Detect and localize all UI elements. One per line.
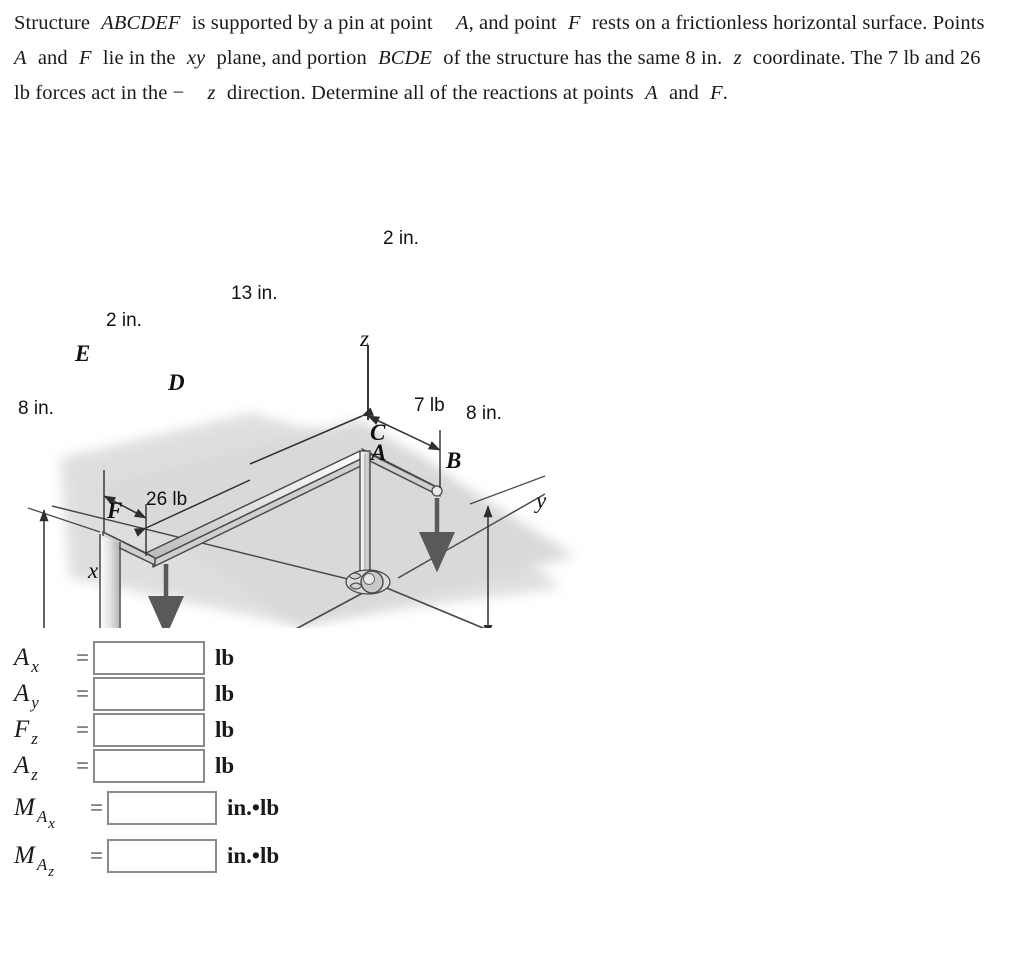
equals-sign: = — [76, 644, 89, 670]
dimension-2in-left: 2 in. — [106, 310, 142, 331]
point-f-ref-2: F — [79, 47, 92, 69]
structure-name: ABCDEF — [101, 12, 181, 34]
statement-text-12: direction. Determine — [226, 82, 399, 104]
member-ca-column — [359, 450, 371, 584]
statement-text-9: of the structure — [443, 47, 569, 69]
statement-text-10: has the same 8 in. — [574, 47, 723, 69]
point-a-ref-1: A — [455, 12, 469, 34]
equals-sign: = — [90, 842, 103, 868]
dimension-8in-left: 8 in. — [18, 398, 54, 419]
statement-text-13: all of the reactions at points — [403, 82, 634, 104]
member-ef-column — [99, 534, 121, 628]
answer-row-ay: Ay = lb — [14, 676, 434, 712]
portion-name: BCDE — [378, 47, 433, 69]
problem-statement: Structure ABCDEF is supported by a pin a… — [14, 6, 994, 111]
answer-unit-max: in.•lb — [226, 794, 280, 820]
statement-text-2: is supported by a pin at point — [191, 12, 433, 34]
structure-figure: z x y C B A D E F 2 in. 2 in. 13 in. 8 i… — [0, 158, 620, 628]
statement-text-3: , and point — [468, 12, 557, 34]
plane-xy-label: xy — [186, 47, 206, 69]
answer-row-maz: M Az = in.•lb — [14, 832, 434, 880]
answer-input-max[interactable] — [106, 790, 217, 825]
equals-sign: = — [76, 680, 89, 706]
statement-text-15: . — [722, 82, 728, 104]
answer-row-ax: Ax = lb — [14, 640, 434, 676]
pin-support-a — [345, 569, 391, 595]
axis-z-ref-1: z — [733, 47, 742, 69]
point-label-E: E — [75, 341, 91, 366]
equals-sign: = — [90, 794, 103, 820]
answer-symbol-ay: Ay — [14, 679, 39, 712]
statement-text-1: Structure — [14, 12, 91, 34]
force-label-7lb: 7 lb — [414, 395, 445, 416]
answer-unit-fz: lb — [214, 716, 235, 742]
ground-shadow — [60, 413, 575, 626]
point-label-A: A — [371, 440, 387, 465]
axis-label-y: y — [536, 488, 547, 513]
answer-row-az: Az = lb — [14, 748, 434, 784]
statement-text-8: plane, and portion — [216, 47, 367, 69]
answer-row-max: M Ax = in.•lb — [14, 784, 434, 832]
answer-unit-ax: lb — [214, 644, 235, 670]
answer-unit-az: lb — [214, 752, 235, 778]
answer-input-maz[interactable] — [106, 838, 217, 873]
answer-symbol-fz: Fz — [14, 715, 38, 748]
point-f-ref-3: F — [710, 82, 723, 104]
dimension-8in-right: 8 in. — [466, 403, 502, 424]
statement-text-4: rests on a frictionless — [591, 12, 768, 34]
dimension-13in: 13 in. — [231, 283, 278, 304]
statement-text-14: and — [668, 82, 699, 104]
statement-text-6: and — [37, 47, 68, 69]
answer-symbol-max: M Ax — [14, 793, 55, 832]
point-label-B: B — [446, 448, 462, 473]
axis-z-ref-2: z — [207, 82, 216, 104]
answer-unit-ay: lb — [214, 680, 235, 706]
answer-symbol-maz: M Az — [14, 841, 55, 880]
axis-label-z: z — [360, 326, 369, 351]
statement-text-7: lie in the — [102, 47, 176, 69]
answer-input-ax[interactable] — [92, 640, 205, 675]
answer-fields: Ax = lb Ay = lb Fz = lb Az = lb M Ax = in… — [14, 640, 434, 880]
answer-input-az[interactable] — [92, 748, 205, 783]
point-f-ref-1: F — [568, 12, 581, 34]
point-a-ref-3: A — [645, 82, 658, 104]
statement-text-5: horizontal surface. Points — [773, 12, 985, 34]
point-label-F: F — [107, 498, 123, 523]
force-label-26lb: 26 lb — [146, 489, 188, 510]
answer-unit-maz: in.•lb — [226, 842, 280, 868]
answer-row-fz: Fz = lb — [14, 712, 434, 748]
answer-symbol-ax: Ax — [14, 643, 39, 676]
point-a-ref-2: A — [14, 47, 27, 69]
equals-sign: = — [76, 716, 89, 742]
answer-input-fz[interactable] — [92, 712, 205, 747]
point-label-D: D — [168, 370, 185, 395]
answer-input-ay[interactable] — [92, 676, 205, 711]
dimension-2in-top: 2 in. — [383, 228, 419, 249]
axis-label-x: x — [88, 558, 99, 583]
answer-symbol-az: Az — [14, 751, 38, 784]
equals-sign: = — [76, 752, 89, 778]
